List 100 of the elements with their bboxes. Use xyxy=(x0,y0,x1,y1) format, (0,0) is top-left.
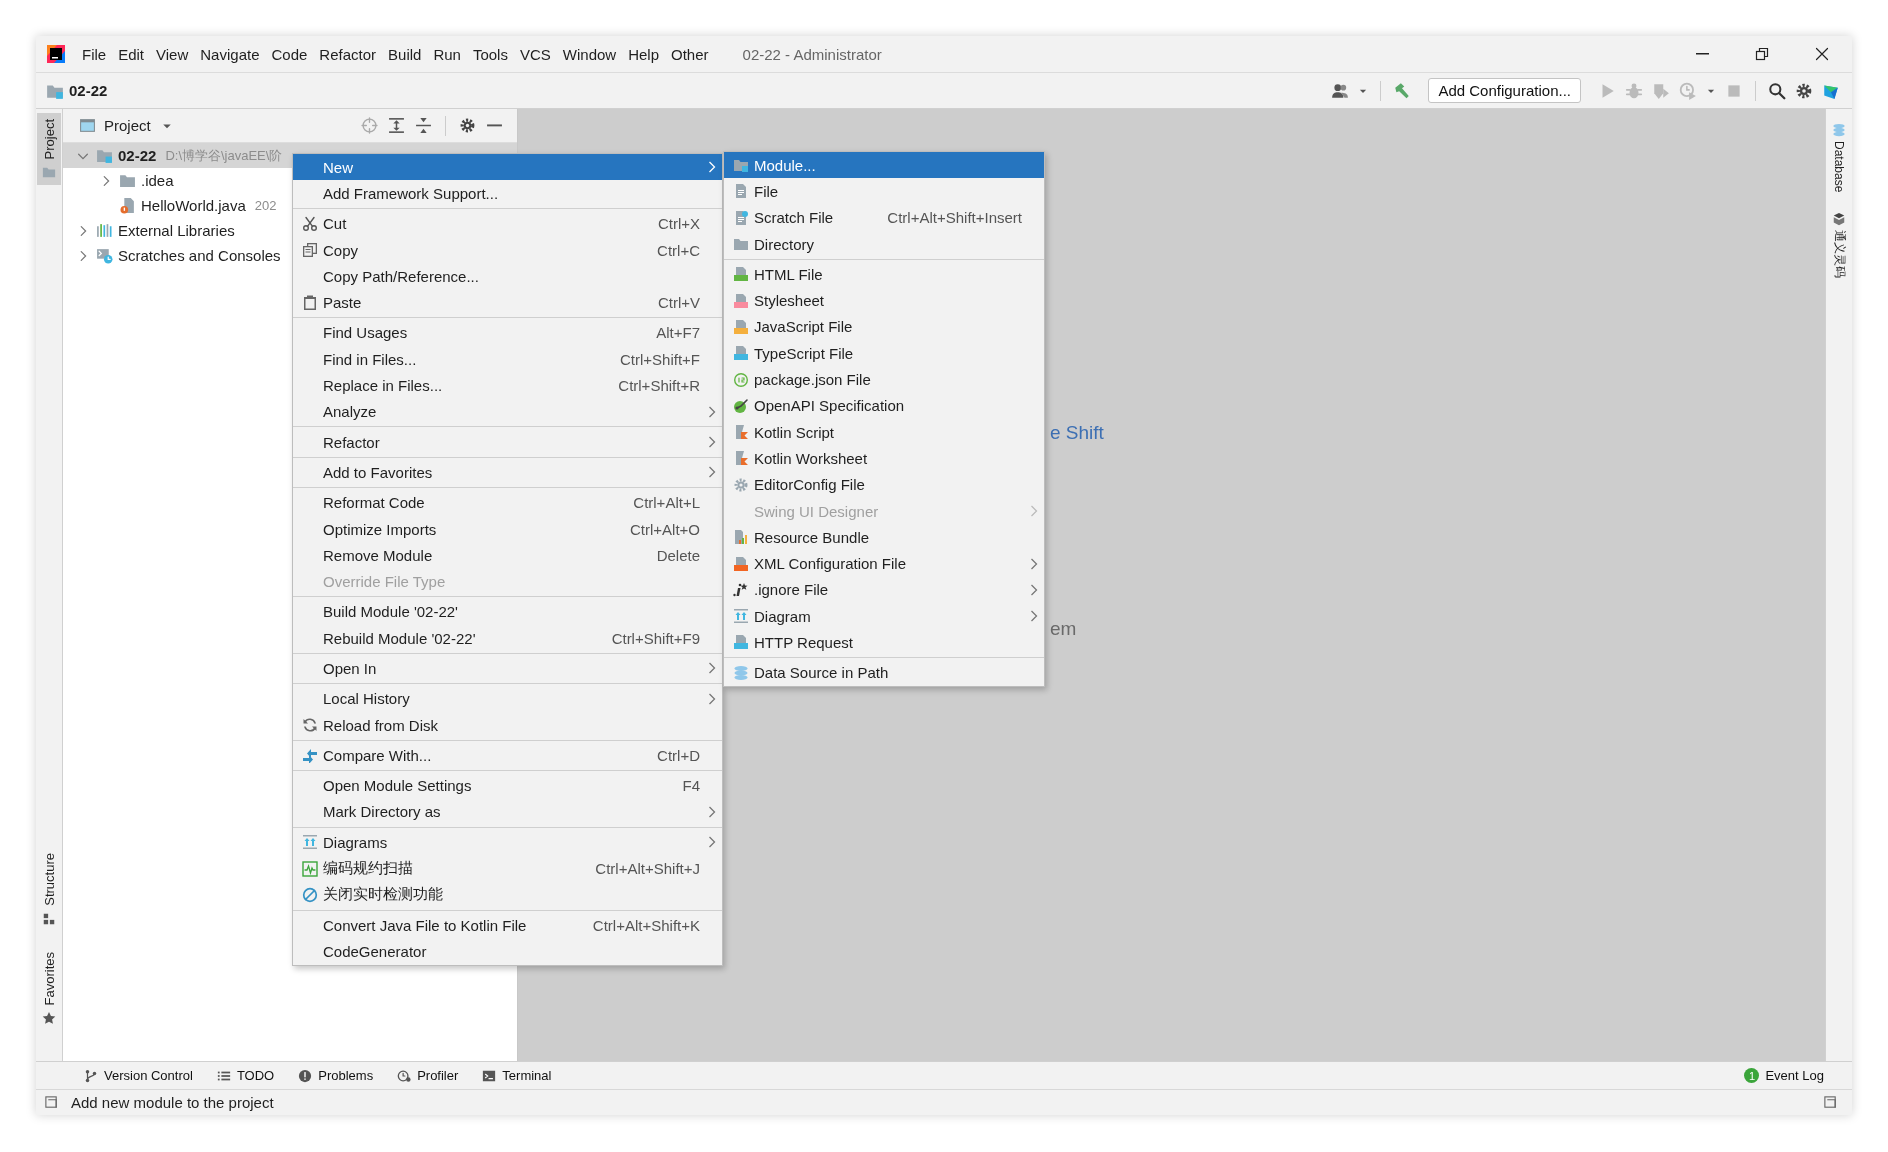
panel-icon xyxy=(79,117,96,134)
menu-item[interactable]: .ignore File xyxy=(724,576,1044,604)
menu-bar-item[interactable]: Navigate xyxy=(200,45,260,63)
menu-item[interactable]: Find in Files... Ctrl+Shift+F xyxy=(293,346,722,373)
menu-item[interactable]: CodeGenerator xyxy=(293,938,722,965)
menu-item[interactable]: Data Source in Path xyxy=(724,659,1044,686)
menu-item[interactable]: Directory xyxy=(724,230,1044,258)
menu-item[interactable]: Module... xyxy=(724,152,1044,179)
clipboard-icon xyxy=(302,294,318,311)
collapse-all-icon[interactable] xyxy=(415,117,432,134)
menu-item[interactable]: Add Framework Support... xyxy=(293,180,722,207)
menu-item[interactable]: Diagrams xyxy=(293,829,722,856)
menu-bar-item[interactable]: Build xyxy=(388,45,422,63)
tool-window-tab[interactable]: Database xyxy=(1832,123,1846,193)
menu-bar-item[interactable]: Tools xyxy=(472,45,508,63)
menu-item[interactable]: XML Configuration File xyxy=(724,550,1044,577)
run-configuration-dropdown[interactable]: Add Configuration... xyxy=(1428,78,1581,103)
menu-item[interactable]: Replace in Files... Ctrl+Shift+R xyxy=(293,372,722,399)
tree-label: 02-22 xyxy=(118,147,157,164)
menu-item[interactable]: Refactor xyxy=(293,428,722,456)
tool-tab[interactable]: Problems xyxy=(290,1066,382,1085)
folder-icon xyxy=(42,165,56,180)
settings-icon[interactable] xyxy=(459,117,476,134)
menu-bar-item[interactable]: Run xyxy=(433,45,461,63)
menu-bar-item[interactable]: File xyxy=(82,45,107,63)
shortcut-label: Ctrl+Shift+F9 xyxy=(611,629,700,647)
panel-title[interactable]: Project xyxy=(104,117,151,134)
kotlin-file-icon xyxy=(733,424,749,441)
tool-window-tab[interactable]: Favorites xyxy=(37,945,61,1031)
settings-icon[interactable] xyxy=(1795,81,1813,100)
menu-item[interactable]: 编码规约扫描 Ctrl+Alt+Shift+J xyxy=(293,855,722,882)
menu-item[interactable]: Copy Ctrl+C xyxy=(293,236,722,264)
menu-item[interactable]: Find Usages Alt+F7 xyxy=(293,319,722,347)
menu-item[interactable]: Cut Ctrl+X xyxy=(293,210,722,237)
menu-item[interactable]: Stylesheet xyxy=(724,287,1044,314)
locate-icon[interactable] xyxy=(361,117,378,134)
search-icon[interactable] xyxy=(1768,81,1786,100)
minimize-icon xyxy=(1695,53,1709,55)
database-icon xyxy=(733,664,749,681)
menu-item[interactable]: New xyxy=(293,154,722,181)
shortcut-label: Ctrl+C xyxy=(657,241,700,259)
menu-item[interactable]: Resource Bundle xyxy=(724,524,1044,551)
menu-item[interactable]: File xyxy=(724,178,1044,205)
menu-item[interactable]: Convert Java File to Kotlin File Ctrl+Alt+Shift+K xyxy=(293,912,722,939)
close-icon xyxy=(1814,46,1830,62)
menu-bar-item[interactable]: Code xyxy=(271,45,308,63)
menu-bar-item[interactable]: VCS xyxy=(519,45,551,63)
menu-bar-item[interactable]: Refactor xyxy=(319,45,377,63)
menu-item[interactable]: Analyze xyxy=(293,398,722,425)
menu-item[interactable]: Reload from Disk xyxy=(293,711,722,739)
menu-item[interactable]: Optimize Imports Ctrl+Alt+O xyxy=(293,515,722,543)
user-icon[interactable] xyxy=(1331,81,1350,100)
menu-item[interactable]: TypeScript File xyxy=(724,340,1044,367)
menu-bar-item[interactable]: Window xyxy=(562,45,617,63)
menu-item[interactable]: Diagram xyxy=(724,603,1044,630)
menu-bar-item[interactable]: Other xyxy=(671,45,709,63)
menu-item[interactable]: JavaScript File xyxy=(724,313,1044,341)
tool-window-tab[interactable]: Structure xyxy=(37,846,61,932)
menu-item[interactable]: Rebuild Module '02-22' Ctrl+Shift+F9 xyxy=(293,625,722,652)
menu-item[interactable]: EditorConfig File xyxy=(724,471,1044,498)
menu-bar-item[interactable]: View xyxy=(156,45,189,63)
tool-tab[interactable]: Terminal xyxy=(474,1066,560,1085)
tool-window-tab[interactable]: Project xyxy=(37,113,61,186)
menu-bar-item[interactable]: Help xyxy=(628,45,660,63)
menu-item[interactable]: HTTP Request xyxy=(724,629,1044,656)
tool-window-tab[interactable]: 通义灵码 xyxy=(1830,212,1848,279)
menu-item[interactable]: Kotlin Script xyxy=(724,418,1044,446)
file-icon xyxy=(733,292,749,309)
library-icon xyxy=(96,222,113,239)
menu-item[interactable]: Remove Module Delete xyxy=(293,542,722,569)
menu-item[interactable]: Add to Favorites xyxy=(293,459,722,486)
menu-item[interactable]: Open Module Settings F4 xyxy=(293,772,722,799)
tool-tab[interactable]: Profiler xyxy=(389,1066,467,1085)
menu-item[interactable]: Open In xyxy=(293,655,722,682)
menu-item[interactable]: Local History xyxy=(293,685,722,712)
square-icon[interactable] xyxy=(1823,1095,1838,1110)
expand-all-icon[interactable] xyxy=(388,117,405,134)
menu-item[interactable]: HTML File xyxy=(724,261,1044,288)
menu-item[interactable]: Paste Ctrl+V xyxy=(293,289,722,316)
menu-item[interactable]: Mark Directory as xyxy=(293,798,722,826)
tool-tab[interactable]: Version Control xyxy=(76,1066,201,1085)
menu-item[interactable]: 关闭实时检测功能 xyxy=(293,881,722,908)
shortcut-label: Ctrl+Alt+Shift+J xyxy=(595,860,700,878)
shortcut-label: Ctrl+X xyxy=(657,215,700,233)
event-log-tab[interactable]: 1 Event Log xyxy=(1736,1066,1832,1085)
breadcrumb[interactable]: 02-22 xyxy=(69,82,108,99)
menu-item[interactable]: OpenAPI Specification xyxy=(724,392,1044,419)
menu-item[interactable]: Build Module '02-22' xyxy=(293,598,722,626)
menu-bar-item[interactable]: Edit xyxy=(118,45,145,63)
shortcut-label: Ctrl+Alt+Shift+Insert xyxy=(887,209,1022,227)
file-icon xyxy=(733,345,749,362)
file-icon xyxy=(733,634,749,651)
menu-item[interactable]: Copy Path/Reference... xyxy=(293,263,722,290)
menu-item[interactable]: Compare With... Ctrl+D xyxy=(293,742,722,769)
menu-item[interactable]: Scratch File Ctrl+Alt+Shift+Insert xyxy=(724,204,1044,231)
tool-tab[interactable]: TODO xyxy=(208,1066,283,1085)
menu-item[interactable]: Reformat Code Ctrl+Alt+L xyxy=(293,489,722,516)
menu-item[interactable]: Kotlin Worksheet xyxy=(724,445,1044,472)
square-icon[interactable] xyxy=(44,1095,59,1110)
menu-item[interactable]: package.json File xyxy=(724,366,1044,393)
